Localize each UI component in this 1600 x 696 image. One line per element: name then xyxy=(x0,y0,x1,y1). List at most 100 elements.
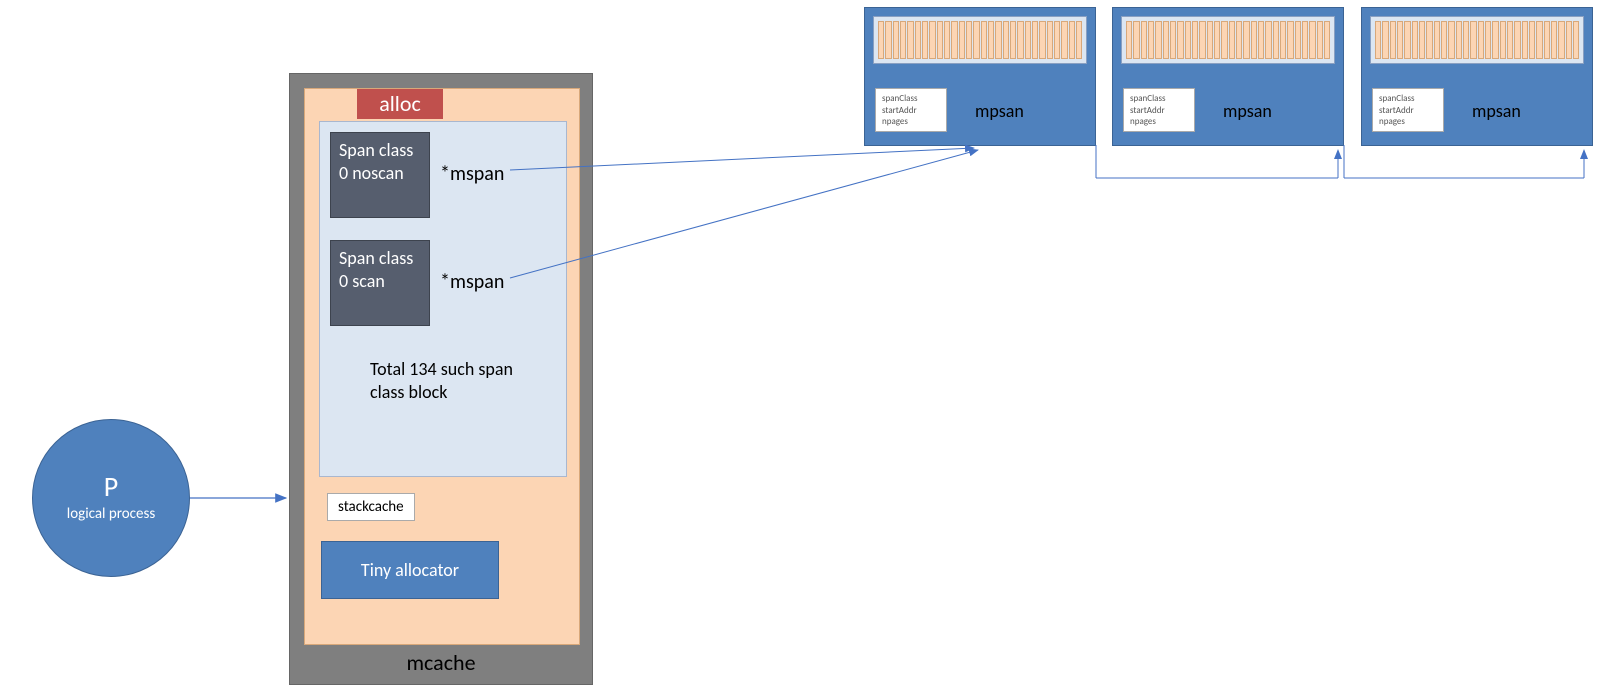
memory-slot xyxy=(973,21,979,59)
memory-slot xyxy=(1412,21,1418,59)
attr-startaddr: startAddr xyxy=(1379,105,1437,117)
mpsan-label: mpsan xyxy=(1223,100,1272,122)
memory-slot xyxy=(1047,21,1053,59)
memory-slot xyxy=(1463,21,1469,59)
memory-slot xyxy=(1017,21,1023,59)
memory-slot xyxy=(922,21,928,59)
attr-npages: npages xyxy=(1130,116,1188,128)
memory-slot xyxy=(988,21,994,59)
mpsan-label: mpsan xyxy=(975,100,1024,122)
memory-slot xyxy=(1544,21,1550,59)
memory-slot xyxy=(1192,21,1198,59)
memory-slot xyxy=(1185,21,1191,59)
attr-npages: npages xyxy=(1379,116,1437,128)
mpsan-label: mpsan xyxy=(1472,100,1521,122)
mpsan-block-1: spanClass startAddr npages mpsan xyxy=(864,7,1096,146)
memory-slot xyxy=(915,21,921,59)
memory-slot xyxy=(1478,21,1484,59)
tiny-allocator-box: Tiny allocator xyxy=(321,541,499,599)
memory-slot xyxy=(900,21,906,59)
memory-slot xyxy=(1448,21,1454,59)
memory-slot xyxy=(1061,21,1067,59)
stackcache-box: stackcache xyxy=(327,493,415,521)
memory-slot xyxy=(1214,21,1220,59)
memory-slot xyxy=(1243,21,1249,59)
memory-slot xyxy=(1536,21,1542,59)
memory-slot xyxy=(1236,21,1242,59)
alloc-array: Span class 0 noscan *mspan Span class 0 … xyxy=(319,121,567,477)
mpsan-memory-slots xyxy=(873,16,1087,64)
memory-slot xyxy=(1076,21,1082,59)
memory-slot xyxy=(1302,21,1308,59)
mpsan-attrs: spanClass startAddr npages xyxy=(1123,88,1195,132)
memory-slot xyxy=(959,21,965,59)
memory-slot xyxy=(878,21,884,59)
memory-slot xyxy=(995,21,1001,59)
attr-npages: npages xyxy=(882,116,940,128)
attr-startaddr: startAddr xyxy=(1130,105,1188,117)
memory-slot xyxy=(1133,21,1139,59)
memory-slot xyxy=(1287,21,1293,59)
process-subtitle: logical process xyxy=(67,505,155,523)
memory-slot xyxy=(1221,21,1227,59)
memory-slot xyxy=(1514,21,1520,59)
memory-slot xyxy=(1419,21,1425,59)
memory-slot xyxy=(1390,21,1396,59)
mcache-container: alloc Span class 0 noscan *mspan Span cl… xyxy=(289,73,593,685)
memory-slot xyxy=(1470,21,1476,59)
memory-slot xyxy=(1573,21,1579,59)
process-letter: P xyxy=(104,473,118,501)
memory-slot xyxy=(1295,21,1301,59)
memory-slot xyxy=(1039,21,1045,59)
memory-slot xyxy=(944,21,950,59)
memory-slot xyxy=(907,21,913,59)
memory-slot xyxy=(1558,21,1564,59)
memory-slot xyxy=(1069,21,1075,59)
attr-spanclass: spanClass xyxy=(882,93,940,105)
memory-slot xyxy=(1177,21,1183,59)
span-class-0-scan: Span class 0 scan xyxy=(330,240,430,326)
memory-slot xyxy=(1397,21,1403,59)
mcache-body: alloc Span class 0 noscan *mspan Span cl… xyxy=(304,88,580,645)
memory-slot xyxy=(1382,21,1388,59)
mspan-pointer-label-1: *mspan xyxy=(440,162,504,186)
memory-slot xyxy=(1003,21,1009,59)
memory-slot xyxy=(1265,21,1271,59)
memory-slot xyxy=(1141,21,1147,59)
memory-slot xyxy=(1280,21,1286,59)
memory-slot xyxy=(1485,21,1491,59)
memory-slot xyxy=(1148,21,1154,59)
memory-slot xyxy=(937,21,943,59)
memory-slot xyxy=(981,21,987,59)
memory-slot xyxy=(966,21,972,59)
memory-slot xyxy=(1170,21,1176,59)
memory-slot xyxy=(1317,21,1323,59)
attr-startaddr: startAddr xyxy=(882,105,940,117)
memory-slot xyxy=(1426,21,1432,59)
memory-slot xyxy=(1199,21,1205,59)
span-class-0-noscan: Span class 0 noscan xyxy=(330,132,430,218)
memory-slot xyxy=(1251,21,1257,59)
memory-slot xyxy=(1309,21,1315,59)
memory-slot xyxy=(1258,21,1264,59)
mspan-pointer-label-2: *mspan xyxy=(440,270,504,294)
memory-slot xyxy=(1441,21,1447,59)
memory-slot xyxy=(1025,21,1031,59)
memory-slot xyxy=(1500,21,1506,59)
memory-slot xyxy=(1404,21,1410,59)
memory-slot xyxy=(893,21,899,59)
memory-slot xyxy=(1507,21,1513,59)
memory-slot xyxy=(1522,21,1528,59)
memory-slot xyxy=(1456,21,1462,59)
logical-process-node: P logical process xyxy=(32,419,190,577)
total-span-note: Total 134 such span class block xyxy=(370,358,530,405)
memory-slot xyxy=(1324,21,1330,59)
memory-slot xyxy=(1566,21,1572,59)
memory-slot xyxy=(1434,21,1440,59)
memory-slot xyxy=(1551,21,1557,59)
alloc-label: alloc xyxy=(357,89,443,119)
memory-slot xyxy=(1032,21,1038,59)
memory-slot xyxy=(929,21,935,59)
attr-spanclass: spanClass xyxy=(1379,93,1437,105)
memory-slot xyxy=(1273,21,1279,59)
